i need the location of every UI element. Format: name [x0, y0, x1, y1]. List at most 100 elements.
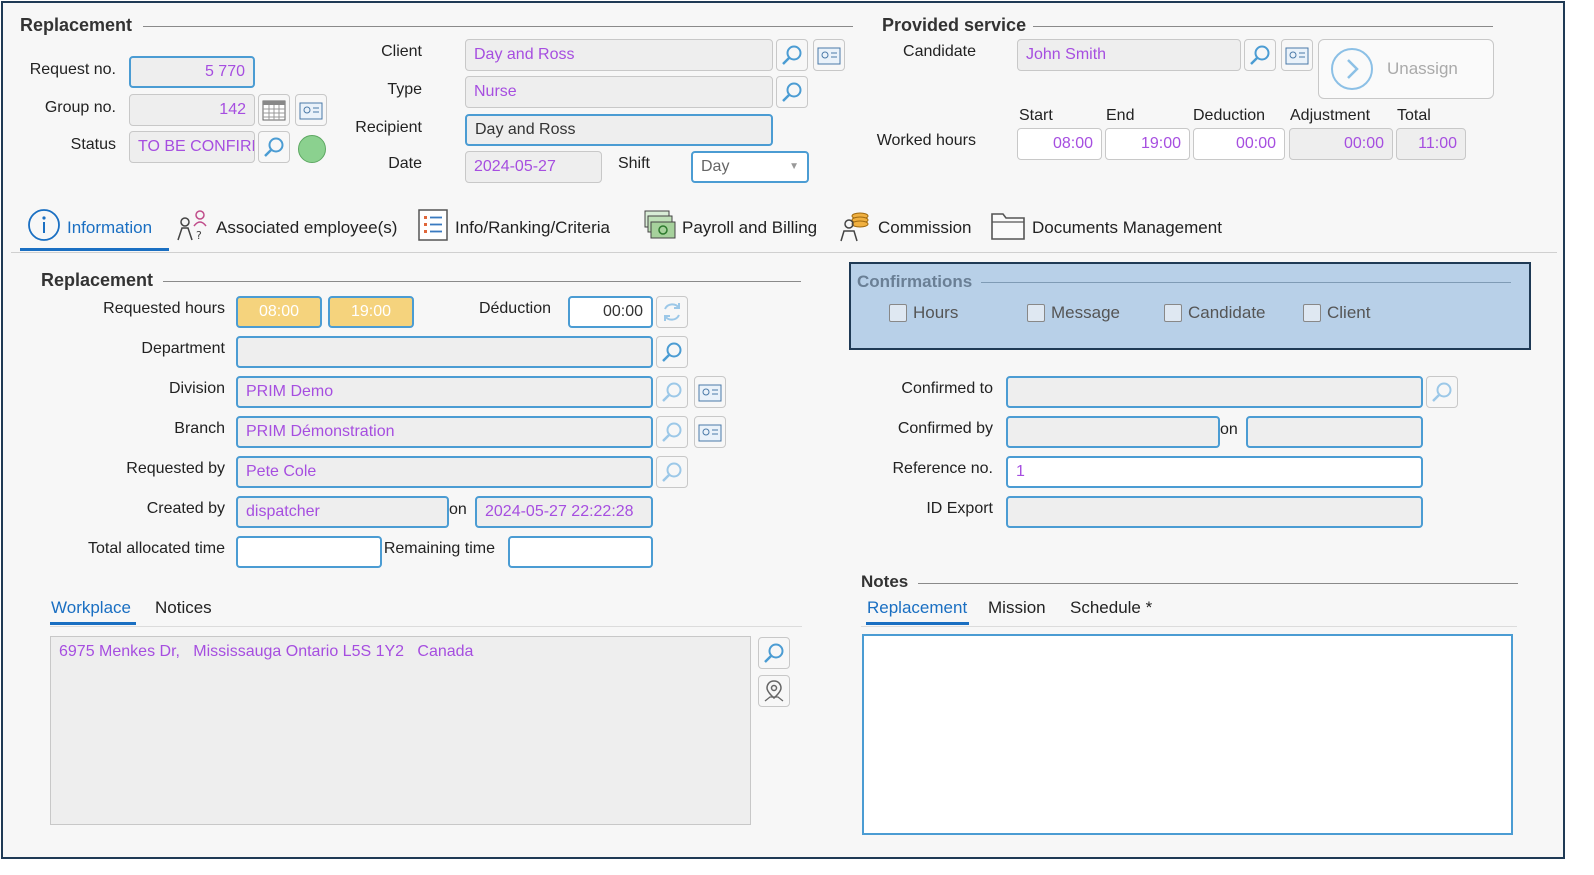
deduction-col-label: Deduction [1193, 107, 1266, 124]
search-icon[interactable] [758, 637, 790, 669]
record-card-icon[interactable] [1281, 39, 1313, 71]
worked-deduction-field[interactable]: 00:00 [1193, 128, 1285, 160]
hours-checkbox[interactable]: Hours [889, 303, 958, 323]
replacement-section-title: Replacement [41, 270, 154, 290]
replacement-header-title: Replacement [20, 15, 133, 35]
search-icon[interactable] [776, 76, 808, 108]
confirmed-to-field[interactable] [1006, 376, 1423, 408]
tab-workplace[interactable]: Workplace [51, 598, 131, 618]
branch-field[interactable]: PRIM Démonstration [236, 416, 653, 448]
search-icon[interactable] [656, 336, 688, 368]
confirmations-title: Confirmations [857, 272, 973, 291]
message-checkbox[interactable]: Message [1027, 303, 1120, 323]
created-on-field[interactable]: 2024-05-27 22:22:28 [475, 496, 653, 528]
active-subtab-indicator [50, 622, 136, 625]
tab-notes-mission[interactable]: Mission [988, 598, 1046, 618]
total-allocated-field[interactable] [236, 536, 382, 568]
refresh-icon[interactable] [656, 296, 688, 328]
search-icon[interactable] [656, 416, 688, 448]
tab-label: Commission [878, 217, 972, 237]
request-no-label: Request no. [29, 61, 116, 78]
tab-notes-schedule[interactable]: Schedule * [1070, 598, 1152, 618]
deduction-label: Déduction [478, 300, 551, 317]
shift-select[interactable]: Day ▼ [691, 151, 809, 183]
end-label: End [1106, 107, 1135, 124]
divider [981, 282, 1511, 283]
tab-label: Info/Ranking/Criteria [455, 217, 610, 237]
group-no-field[interactable]: 142 [129, 94, 255, 126]
client-field[interactable]: Day and Ross [465, 39, 773, 71]
created-by-field[interactable]: dispatcher [236, 496, 449, 528]
tab-notices[interactable]: Notices [155, 598, 212, 618]
divider [861, 626, 1517, 627]
workplace-address-box[interactable]: 6975 Menkes Dr, Mississauga Ontario L5S … [50, 636, 751, 825]
shift-value: Day [701, 158, 730, 175]
status-field[interactable]: TO BE CONFIRM [129, 131, 255, 163]
record-card-icon[interactable] [813, 39, 845, 71]
group-no-label: Group no. [44, 99, 116, 116]
tab-documents-management[interactable]: Documents Management [990, 208, 1222, 247]
client-checkbox[interactable]: Client [1303, 303, 1370, 323]
total-label: Total [1397, 107, 1431, 124]
recipient-field[interactable]: Day and Ross [465, 114, 773, 146]
unassign-label: Unassign [1387, 59, 1458, 78]
created-by-label: Created by [146, 500, 225, 517]
deduction-field[interactable]: 00:00 [568, 296, 653, 328]
record-card-icon[interactable] [295, 94, 327, 126]
type-field[interactable]: Nurse [465, 76, 773, 108]
tab-info-ranking-criteria[interactable]: Info/Ranking/Criteria [417, 208, 610, 247]
worked-adjustment-field[interactable]: 00:00 [1289, 128, 1393, 160]
calendar-icon[interactable] [258, 94, 290, 126]
search-icon[interactable] [656, 456, 688, 488]
remaining-time-label: Remaining time [383, 540, 495, 557]
status-label: Status [70, 136, 116, 153]
notes-title: Notes [861, 572, 909, 591]
commission-icon [838, 208, 872, 247]
id-export-field[interactable] [1006, 496, 1423, 528]
candidate-field[interactable]: John Smith [1017, 39, 1241, 71]
request-no-field[interactable]: 5 770 [129, 56, 255, 88]
division-field[interactable]: PRIM Demo [236, 376, 653, 408]
tab-commission[interactable]: Commission [838, 208, 972, 247]
id-export-label: ID Export [926, 500, 993, 517]
confirmed-by-label: Confirmed by [897, 420, 993, 437]
checkbox-box [889, 304, 907, 322]
requested-by-field[interactable]: Pete Cole [236, 456, 653, 488]
search-icon[interactable] [776, 39, 808, 71]
worked-hours-label: Worked hours [876, 132, 976, 149]
recipient-label: Recipient [355, 119, 422, 136]
window-frame: Replacement Request no. 5 770 Group no. … [1, 1, 1565, 859]
divider [50, 626, 802, 627]
record-card-icon[interactable] [694, 376, 726, 408]
worked-end-field[interactable]: 19:00 [1105, 128, 1190, 160]
search-icon[interactable] [258, 131, 290, 163]
worked-total-field: 11:00 [1396, 128, 1466, 160]
worked-start-field[interactable]: 08:00 [1017, 128, 1102, 160]
reference-no-field[interactable]: 1 [1006, 456, 1423, 488]
requested-end-field[interactable]: 19:00 [328, 296, 414, 328]
tab-payroll-billing[interactable]: Payroll and Billing [642, 208, 817, 247]
confirmations-panel: Confirmations Hours Message Candidate Cl… [849, 262, 1531, 350]
checkbox-box [1164, 304, 1182, 322]
division-label: Division [168, 380, 225, 397]
search-icon[interactable] [656, 376, 688, 408]
candidate-checkbox[interactable]: Candidate [1164, 303, 1266, 323]
requested-start-field[interactable]: 08:00 [236, 296, 322, 328]
checkbox-box [1303, 304, 1321, 322]
tab-information[interactable]: Information [27, 208, 152, 247]
provided-service-title: Provided service [882, 15, 1027, 35]
search-icon[interactable] [1244, 39, 1276, 71]
notes-textarea[interactable] [862, 634, 1513, 835]
unassign-button[interactable]: Unassign [1318, 39, 1494, 99]
tab-notes-replacement[interactable]: Replacement [867, 598, 967, 618]
confirmed-on-field[interactable] [1246, 416, 1423, 448]
department-field[interactable] [236, 336, 653, 368]
map-pin-icon[interactable] [758, 675, 790, 707]
remaining-time-field[interactable] [508, 536, 653, 568]
confirmed-by-field[interactable] [1006, 416, 1220, 448]
record-card-icon[interactable] [694, 416, 726, 448]
tab-associated-employees[interactable]: ? Associated employee(s) [174, 208, 397, 247]
divider [163, 281, 801, 282]
date-field[interactable]: 2024-05-27 [465, 151, 602, 183]
search-icon[interactable] [1426, 376, 1458, 408]
